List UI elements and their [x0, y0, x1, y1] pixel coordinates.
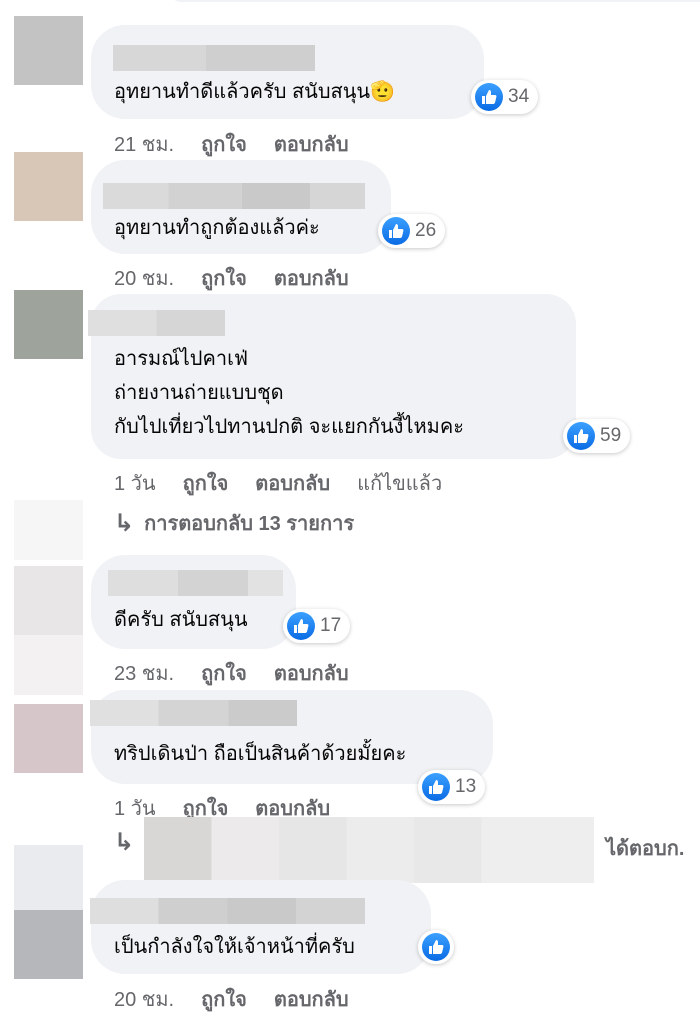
comment-meta: 1 วัน ถูกใจ ตอบกลับ แก้ไขแล้ว — [114, 467, 442, 499]
reply-button[interactable]: ตอบกลับ — [274, 983, 349, 1015]
like-count: 17 — [320, 615, 342, 636]
comment-time[interactable]: 20 ชม. — [114, 983, 174, 1015]
avatar[interactable] — [14, 16, 83, 85]
reaction-count[interactable]: 13 — [418, 770, 486, 804]
like-button[interactable]: ถูกใจ — [201, 983, 247, 1015]
comment-meta: 20 ชม. ถูกใจ ตอบกลับ — [114, 983, 349, 1015]
comment-text: ทริปเดินป่า ถือเป็นสินค้าด้วยมั้ยคะ — [114, 743, 407, 765]
edited-label[interactable]: แก้ไขแล้ว — [357, 467, 442, 499]
commenter-name-redacted[interactable] — [90, 898, 365, 924]
comment-text: เป็นกำลังใจให้เจ้าหน้าที่ครับ — [114, 936, 355, 958]
comment-meta: 23 ชม. ถูกใจ ตอบกลับ — [114, 657, 349, 689]
thread-spacer — [14, 845, 83, 910]
like-button[interactable]: ถูกใจ — [201, 128, 247, 160]
comment-text: ดีครับ สนับสนุน — [114, 609, 248, 631]
commenter-name-redacted[interactable] — [103, 183, 365, 209]
avatar[interactable] — [14, 290, 83, 359]
reply-button[interactable]: ตอบกลับ — [274, 262, 349, 294]
like-button[interactable]: ถูกใจ — [183, 467, 229, 499]
like-count: 26 — [415, 220, 437, 241]
reply-preview-text[interactable]: ได้ตอบก. — [606, 832, 684, 864]
thumbs-up-icon — [567, 422, 595, 450]
commenter-name-redacted[interactable] — [113, 45, 315, 71]
view-replies-label: การตอบกลับ 13 รายการ — [144, 513, 355, 535]
thumbs-up-icon — [422, 773, 450, 801]
comment-meta: 20 ชม. ถูกใจ ตอบกลับ — [114, 262, 349, 294]
comment-time[interactable]: 23 ชม. — [114, 657, 174, 689]
avatar[interactable] — [14, 152, 83, 221]
thumbs-up-icon — [287, 612, 315, 640]
thread-spacer — [14, 500, 83, 560]
thumbs-up-icon — [382, 217, 410, 245]
previous-comment-edge — [170, 0, 700, 2]
reply-preview-link[interactable]: ↳ — [114, 828, 134, 857]
reply-arrow-icon: ↳ — [114, 509, 135, 537]
thumbs-up-icon — [422, 933, 450, 961]
comment-time[interactable]: 21 ชม. — [114, 128, 174, 160]
comment-time[interactable]: 20 ชม. — [114, 262, 174, 294]
avatar[interactable] — [14, 566, 83, 635]
avatar[interactable] — [14, 910, 83, 979]
comment-text: อุทยานทำดีแล้วครับ สนับสนุน🫡 — [114, 81, 395, 103]
like-count: 13 — [455, 776, 477, 797]
comment-text: อุทยานทำถูกต้องแล้วค่ะ — [114, 217, 320, 239]
like-button[interactable]: ถูกใจ — [201, 657, 247, 689]
commenter-name-redacted[interactable] — [88, 310, 225, 336]
like-button[interactable]: ถูกใจ — [201, 262, 247, 294]
reply-arrow-icon: ↳ — [114, 829, 135, 856]
reaction-count[interactable]: 17 — [283, 609, 351, 643]
avatar-blur-strip — [14, 635, 83, 695]
reply-button[interactable]: ตอบกลับ — [274, 128, 349, 160]
avatar[interactable] — [14, 704, 83, 773]
reply-button[interactable]: ตอบกลับ — [274, 657, 349, 689]
reply-preview-redacted — [144, 817, 594, 883]
reaction-count[interactable]: 26 — [378, 214, 446, 248]
comment-meta: 21 ชม. ถูกใจ ตอบกลับ — [114, 128, 349, 160]
reaction-count[interactable] — [418, 930, 454, 964]
comment-time[interactable]: 1 วัน — [114, 467, 156, 499]
like-count: 59 — [600, 425, 622, 446]
commenter-name-redacted[interactable] — [90, 700, 297, 726]
commenter-name-redacted[interactable] — [108, 570, 283, 596]
view-replies-link[interactable]: ↳ การตอบกลับ 13 รายการ — [114, 507, 354, 539]
like-count: 34 — [508, 86, 530, 107]
reply-button[interactable]: ตอบกลับ — [255, 467, 330, 499]
comment-text: อารมณ์ไปคาเฟ่ ถ่ายงานถ่ายแบบชุด กับไปเที… — [114, 348, 464, 438]
thumbs-up-icon — [475, 83, 503, 111]
reaction-count[interactable]: 59 — [563, 419, 631, 453]
reaction-count[interactable]: 34 — [471, 80, 539, 114]
